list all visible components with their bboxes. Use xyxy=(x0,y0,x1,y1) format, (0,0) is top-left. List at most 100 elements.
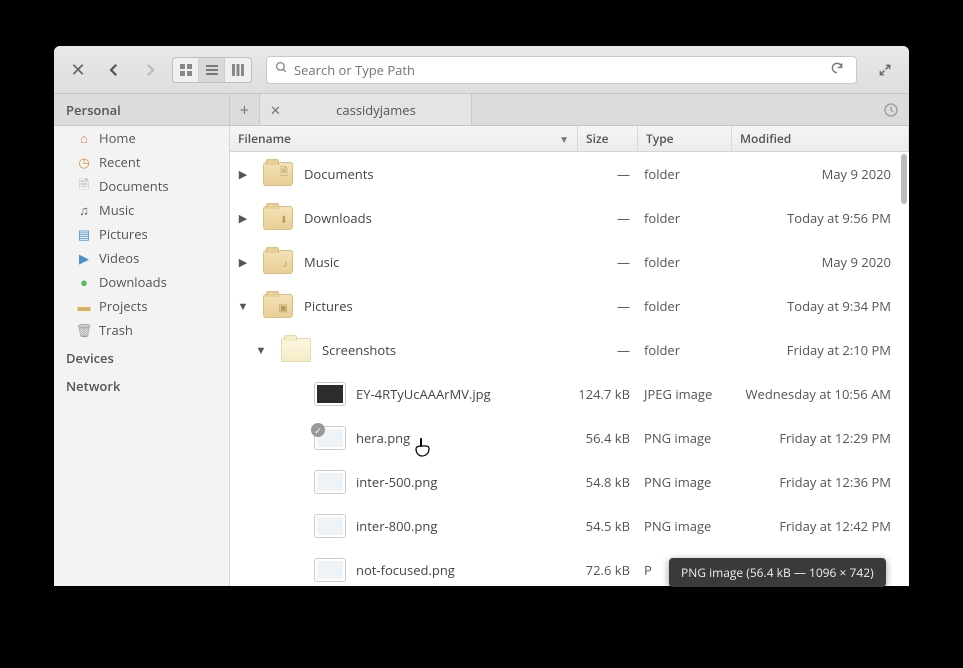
file-modified: Today at 9:56 PM xyxy=(732,209,909,227)
file-row[interactable]: EY-4RTyUcAAArMV.jpg 124.7 kBJPEG imageWed… xyxy=(230,372,909,416)
tab-cassidyjames[interactable]: ✕ cassidyjames xyxy=(260,94,472,125)
sidebar-item-recent[interactable]: ◷Recent xyxy=(54,150,229,174)
videos-icon: ▶ xyxy=(76,250,92,266)
sidebar-header-network: Network xyxy=(54,370,229,398)
recent-icon: ◷ xyxy=(76,154,92,170)
sidebar-item-videos[interactable]: ▶Videos xyxy=(54,246,229,270)
file-name: inter-800.png xyxy=(356,517,437,535)
file-size: 56.4 kB xyxy=(578,429,638,447)
sidebar-item-pictures[interactable]: ▤Pictures xyxy=(54,222,229,246)
forward-button[interactable] xyxy=(136,56,164,84)
image-thumbnail-icon xyxy=(315,515,345,537)
file-row[interactable]: ✓hera.png56.4 kBPNG imageFriday at 12:29… xyxy=(230,416,909,460)
new-tab-button[interactable]: + xyxy=(230,94,260,125)
sidebar-header-personal: Personal xyxy=(54,94,230,125)
image-thumbnail-icon xyxy=(315,559,345,581)
file-type: PNG image xyxy=(638,429,732,447)
sidebar-item-projects[interactable]: ▬Projects xyxy=(54,294,229,318)
tab-close-button[interactable]: ✕ xyxy=(270,101,281,119)
image-thumbnail-icon xyxy=(315,383,345,405)
file-name: Documents xyxy=(304,165,374,183)
file-modified: Friday at 2:10 PM xyxy=(732,341,909,359)
scrollbar-thumb[interactable] xyxy=(901,154,907,204)
maximize-button[interactable] xyxy=(871,63,899,77)
column-header: Filename▼ Size Type Modified xyxy=(230,126,909,152)
tooltip: PNG image (56.4 kB — 1096 × 742) xyxy=(669,558,886,587)
column-size[interactable]: Size xyxy=(578,126,638,151)
folder-icon: 🗎 xyxy=(263,162,293,186)
file-size: — xyxy=(578,165,638,183)
sort-indicator-icon: ▼ xyxy=(559,132,569,146)
file-type: folder xyxy=(638,297,732,315)
file-name: Music xyxy=(304,253,339,271)
disclosure-icon[interactable]: ▶ xyxy=(234,255,252,270)
file-name: not-focused.png xyxy=(356,561,455,579)
tab-bar: Personal + ✕ cassidyjames xyxy=(54,94,909,126)
sidebar-item-home[interactable]: ⌂Home xyxy=(54,126,229,150)
search-input[interactable] xyxy=(294,61,820,79)
file-name: hera.png xyxy=(356,429,410,447)
file-manager-window: ✕ xyxy=(54,46,909,586)
close-button[interactable]: ✕ xyxy=(64,56,92,84)
file-modified: Today at 9:34 PM xyxy=(732,297,909,315)
disclosure-icon[interactable]: ▼ xyxy=(234,299,252,314)
folder-icon: ▣ xyxy=(263,294,293,318)
folder-open-icon xyxy=(281,338,311,362)
file-row[interactable]: ▶⬇Downloads—folderToday at 9:56 PM xyxy=(230,196,909,240)
sidebar-header-devices: Devices xyxy=(54,342,229,370)
file-type: folder xyxy=(638,253,732,271)
file-size: 124.7 kB xyxy=(578,385,638,403)
disclosure-icon[interactable]: ▶ xyxy=(234,211,252,226)
file-type: PNG image xyxy=(638,517,732,535)
back-button[interactable] xyxy=(100,56,128,84)
sidebar-item-downloads[interactable]: ●Downloads xyxy=(54,270,229,294)
file-row[interactable]: inter-500.png54.8 kBPNG imageFriday at 1… xyxy=(230,460,909,504)
file-row[interactable]: ▼Screenshots—folderFriday at 2:10 PM xyxy=(230,328,909,372)
disclosure-icon[interactable]: ▶ xyxy=(234,167,252,182)
file-size: — xyxy=(578,297,638,315)
music-icon: ♫ xyxy=(76,202,92,218)
column-filename[interactable]: Filename▼ xyxy=(230,126,578,151)
search-icon xyxy=(275,60,288,79)
file-modified: Friday at 12:42 PM xyxy=(732,517,909,535)
list-view-button[interactable] xyxy=(199,58,225,82)
file-size: — xyxy=(578,209,638,227)
search-bar[interactable] xyxy=(266,56,857,84)
file-size: 54.8 kB xyxy=(578,473,638,491)
column-view-button[interactable] xyxy=(225,58,251,82)
file-type: JPEG image xyxy=(638,385,732,403)
disclosure-icon[interactable]: ▼ xyxy=(252,343,270,358)
file-modified: Friday at 12:29 PM xyxy=(732,429,909,447)
file-modified: Wednesday at 10:56 AM xyxy=(732,385,909,403)
grid-view-button[interactable] xyxy=(173,58,199,82)
sidebar: ⌂Home ◷Recent 🗎Documents ♫Music ▤Picture… xyxy=(54,126,230,586)
file-size: — xyxy=(578,341,638,359)
trash-icon: 🗑 xyxy=(76,322,92,338)
file-row[interactable]: ▶ 🗎 Documents —folderMay 9 2020 xyxy=(230,152,909,196)
history-button[interactable] xyxy=(873,94,909,125)
sidebar-item-documents[interactable]: 🗎Documents xyxy=(54,174,229,198)
column-type[interactable]: Type xyxy=(638,126,732,151)
file-row[interactable]: ▶♪Music—folderMay 9 2020 xyxy=(230,240,909,284)
file-name: Pictures xyxy=(304,297,353,315)
file-name: inter-500.png xyxy=(356,473,437,491)
file-list[interactable]: ▶🗎Documents—folderMay 9 2020▶⬇Downloads—… xyxy=(230,152,909,586)
file-row[interactable]: ▼ ▣ Pictures —folderToday at 9:34 PM xyxy=(230,284,909,328)
folder-icon: ♪ xyxy=(263,250,293,274)
file-size: — xyxy=(578,253,638,271)
main-panel: Filename▼ Size Type Modified ▶ 🗎 Documents… xyxy=(230,126,909,586)
view-mode-group xyxy=(172,57,252,83)
sidebar-item-music[interactable]: ♫Music xyxy=(54,198,229,222)
reload-icon[interactable] xyxy=(826,60,848,80)
file-name: EY-4RTyUcAAArMV.jpg xyxy=(356,385,491,403)
scrollbar[interactable] xyxy=(899,152,909,586)
file-modified: May 9 2020 xyxy=(732,165,909,183)
file-row[interactable]: inter-800.png 54.5 kBPNG imageFriday at 1… xyxy=(230,504,909,548)
file-type: folder xyxy=(638,165,732,183)
sidebar-item-trash[interactable]: 🗑Trash xyxy=(54,318,229,342)
downloads-icon: ● xyxy=(76,274,92,290)
file-size: 54.5 kB xyxy=(578,517,638,535)
file-name: Screenshots xyxy=(322,341,396,359)
column-modified[interactable]: Modified xyxy=(732,126,909,151)
file-type: folder xyxy=(638,209,732,227)
